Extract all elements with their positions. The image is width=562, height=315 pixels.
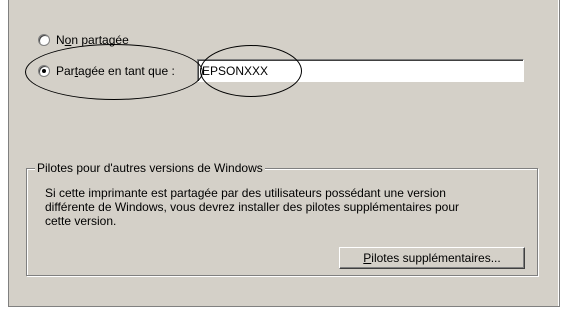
not-shared-label: Non partagée <box>56 33 129 47</box>
not-shared-radio[interactable] <box>38 34 50 46</box>
additional-drivers-button[interactable]: Pilotes supplémentaires... <box>339 247 525 269</box>
other-drivers-group-title: Pilotes pour d'autres versions de Window… <box>35 160 265 176</box>
share-name-value: EPSONXXX <box>202 64 269 78</box>
share-name-input[interactable]: EPSONXXX <box>197 59 524 82</box>
shared-as-radio[interactable] <box>38 65 50 77</box>
shared-as-option[interactable]: Partagée en tant que : <box>38 64 175 78</box>
other-drivers-description: Si cette imprimante est partagée par des… <box>45 186 459 228</box>
shared-as-label: Partagée en tant que : <box>56 64 175 78</box>
additional-drivers-button-label: Pilotes supplémentaires... <box>363 251 501 265</box>
not-shared-option[interactable]: Non partagée <box>38 33 129 47</box>
